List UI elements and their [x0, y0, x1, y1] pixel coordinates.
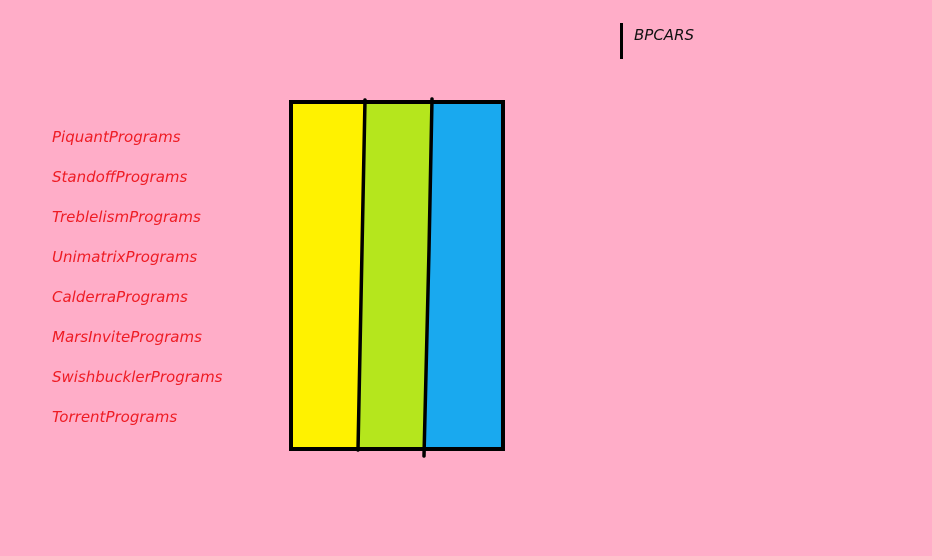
menu-item-swishbuckler[interactable]: SwishbucklerPrograms: [52, 367, 223, 407]
yellow-stripe: [291, 102, 365, 449]
stripe-divider-right: [422, 97, 434, 458]
menu-item-torrent[interactable]: TorrentPrograms: [52, 407, 223, 447]
menu-item-standoff[interactable]: StandoffPrograms: [52, 167, 223, 207]
brand-divider: [620, 23, 623, 59]
brand-label: BPCARS: [634, 26, 695, 44]
blue-stripe: [424, 102, 503, 449]
stripes-frame: [289, 100, 505, 451]
program-menu: PiquantPrograms StandoffPrograms Treblel…: [52, 127, 223, 447]
menu-item-unimatrix[interactable]: UnimatrixPrograms: [52, 247, 223, 287]
menu-item-piquant[interactable]: PiquantPrograms: [52, 127, 223, 167]
green-stripe: [357, 102, 432, 449]
menu-item-marsinvite[interactable]: MarsInvitePrograms: [52, 327, 223, 367]
menu-item-calderra[interactable]: CalderraPrograms: [52, 287, 223, 327]
stripe-divider-left: [356, 98, 367, 452]
menu-item-treblelism[interactable]: TreblelismPrograms: [52, 207, 223, 247]
